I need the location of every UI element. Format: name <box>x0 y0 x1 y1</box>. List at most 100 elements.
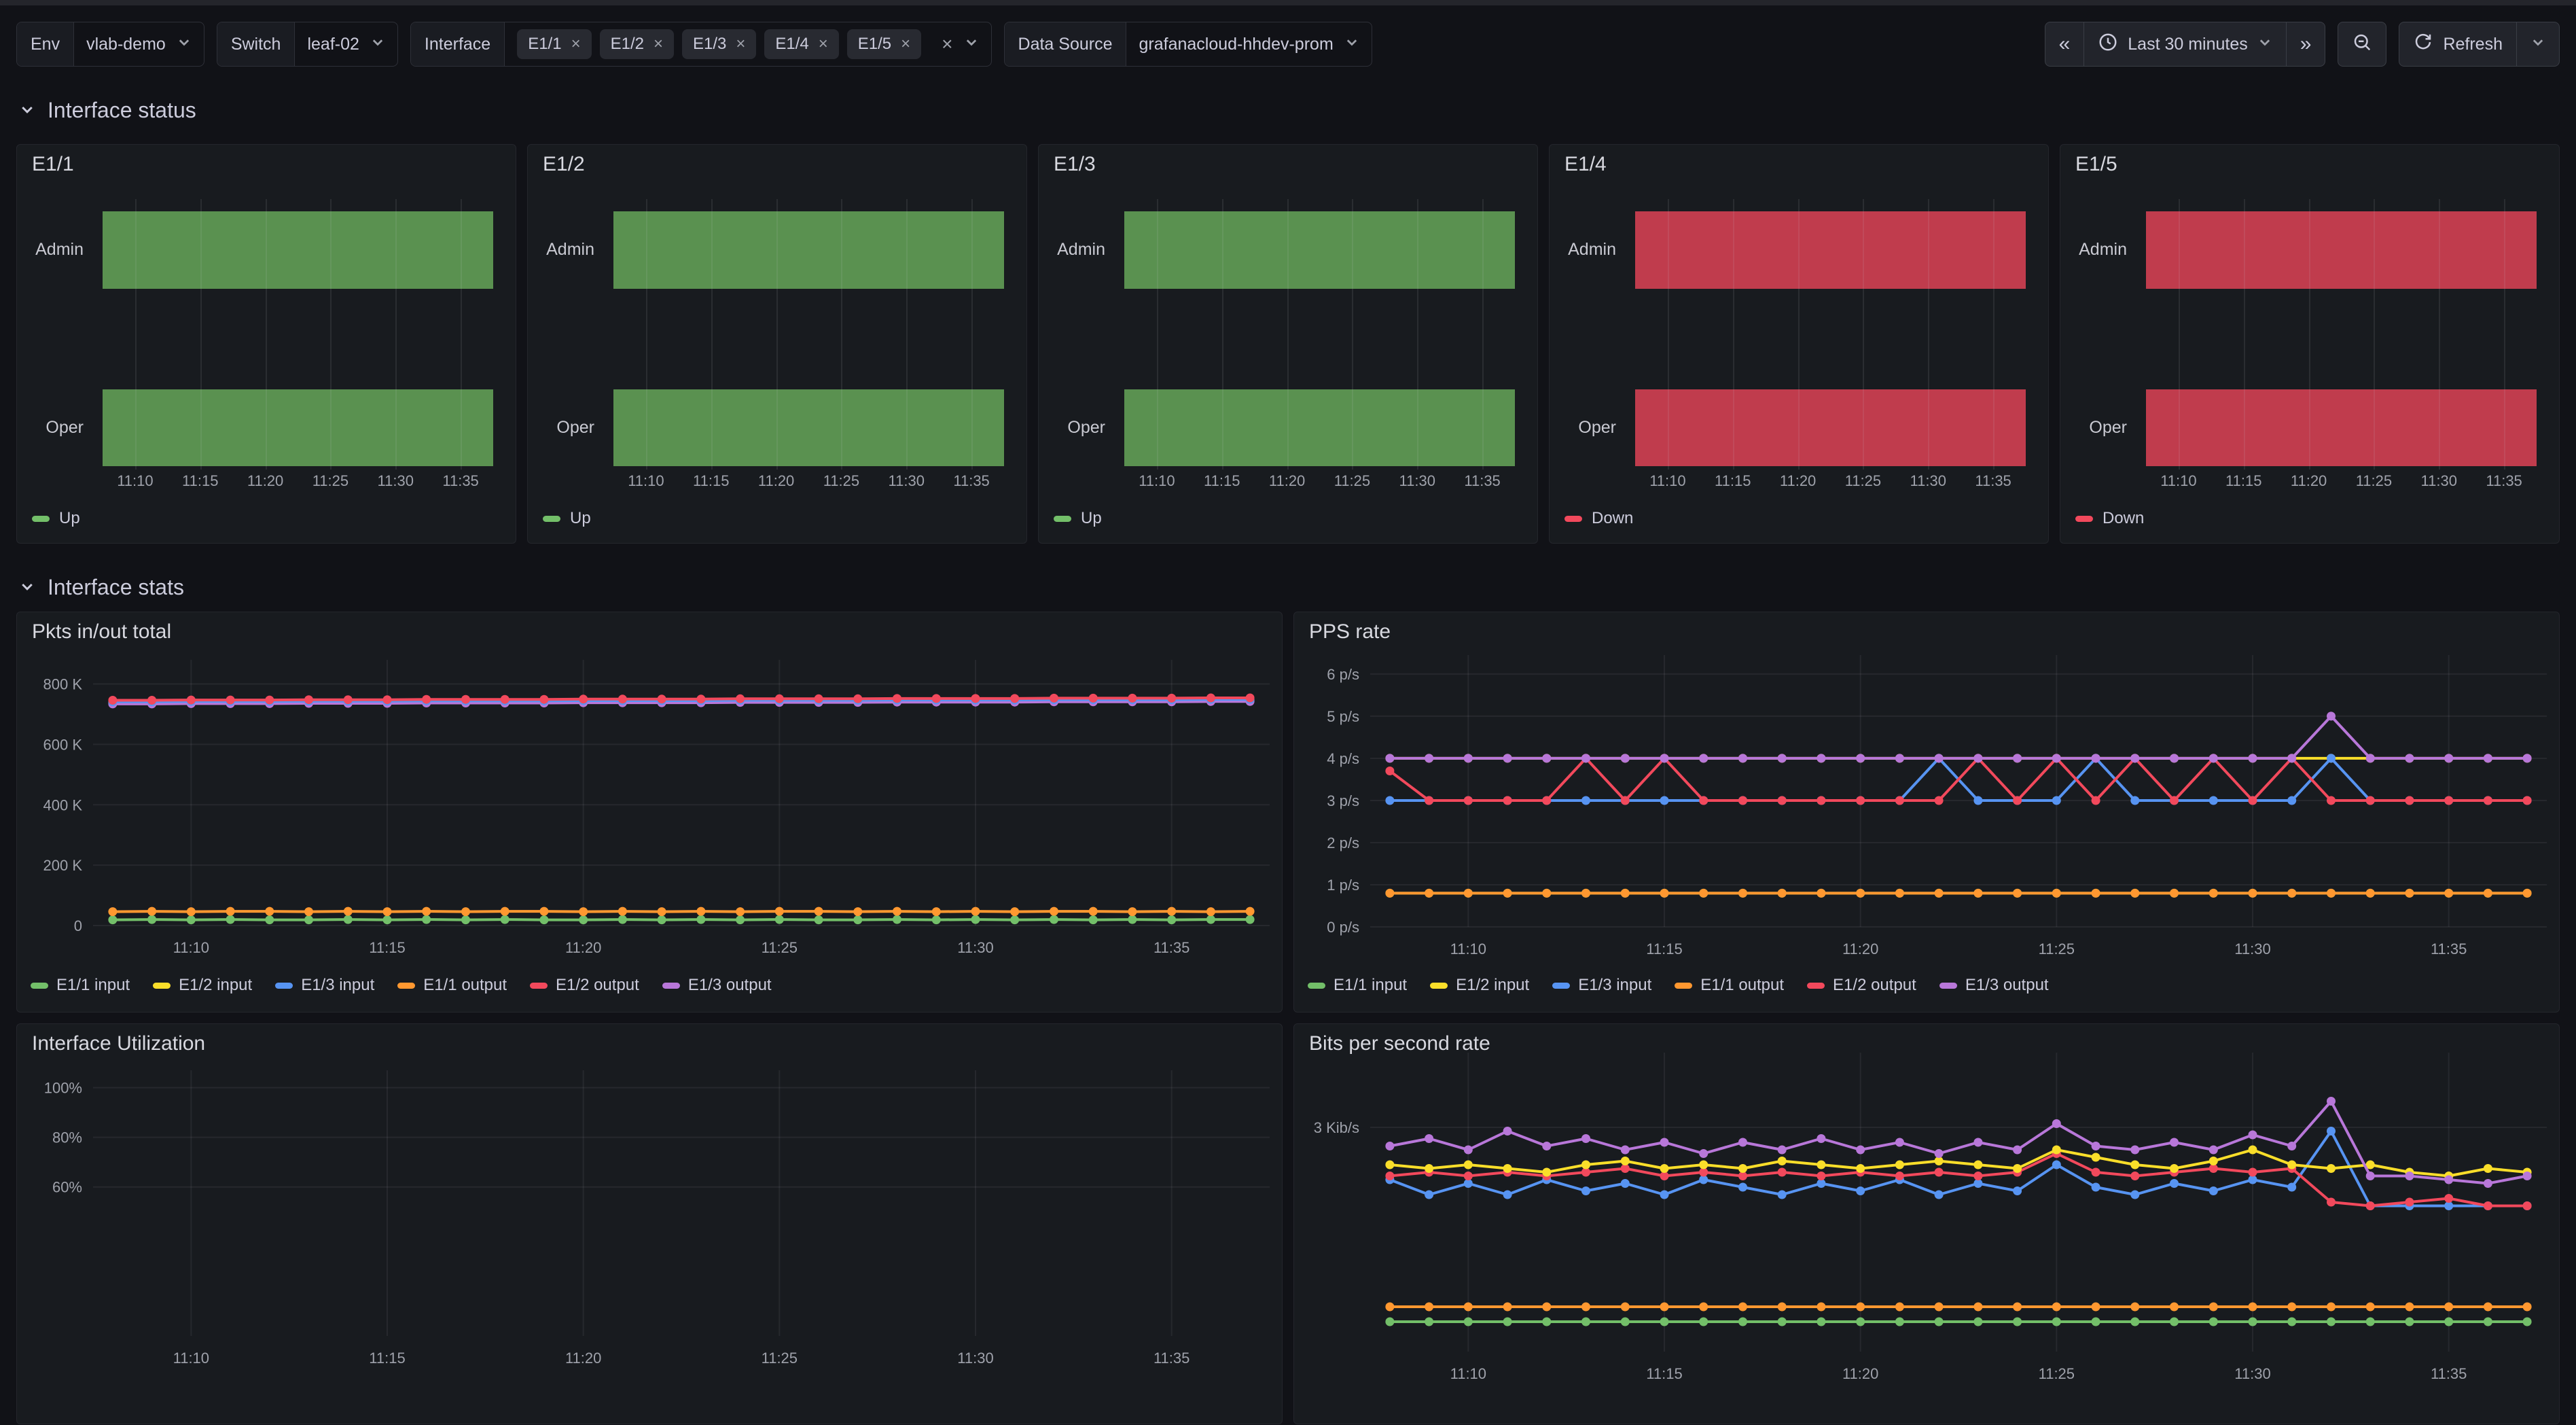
panel-title[interactable]: Interface Utilization <box>32 1032 205 1055</box>
E1/3 output-point <box>1699 1149 1708 1158</box>
datasource-variable-select[interactable]: grafanacloud-hhdev-prom <box>1126 22 1371 66</box>
legend-color-pill <box>275 983 293 989</box>
legend-item[interactable]: E1/1 output <box>1675 976 1784 995</box>
section-interface-status[interactable]: Interface status <box>19 98 196 123</box>
clear-all-icon[interactable]: × <box>942 33 952 55</box>
y-tick-label: 2 p/s <box>1327 834 1359 851</box>
E1/1 output-point <box>1660 889 1669 898</box>
legend-item[interactable]: E1/3 output <box>1939 976 2049 995</box>
legend-label: E1/3 output <box>688 976 772 995</box>
E1/1 input-point <box>1660 1318 1669 1326</box>
pps-chart[interactable]: 11:1011:1511:2011:2511:3011:350 p/s1 p/s… <box>1294 612 2559 1012</box>
E1/3 output-point <box>1581 754 1590 762</box>
legend-item[interactable]: Down <box>2075 509 2144 528</box>
x-tick-label: 11:20 <box>2291 472 2327 490</box>
pkts-plot-area[interactable]: 11:1011:1511:2011:2511:3011:350200 K400 … <box>17 612 1283 1013</box>
admin-state-bar[interactable] <box>2146 211 2537 289</box>
admin-state-bar[interactable] <box>1635 211 2026 289</box>
interface-chip[interactable]: E1/2× <box>600 29 674 59</box>
legend-item[interactable]: E1/2 output <box>530 976 639 995</box>
legend-item[interactable]: E1/2 input <box>1430 976 1529 995</box>
E1/1 input-point <box>1050 915 1058 924</box>
chevron-down-icon[interactable] <box>964 35 979 54</box>
time-shift-forward-button[interactable]: » <box>2286 22 2325 66</box>
switch-variable-group: Switch leaf-02 <box>217 22 398 67</box>
time-shift-back-button[interactable]: « <box>2045 22 2084 66</box>
E1/2 output-point <box>2444 796 2453 805</box>
oper-state-bar[interactable] <box>2146 389 2537 466</box>
E1/1 input-point <box>2366 1318 2375 1326</box>
panel-title[interactable]: E1/1 <box>32 153 74 176</box>
E1/3 output-point <box>1935 754 1944 762</box>
interface-chip[interactable]: E1/4× <box>764 29 838 59</box>
panel-title[interactable]: E1/2 <box>543 153 585 176</box>
E1/1 input-point <box>1856 1318 1865 1326</box>
legend-item[interactable]: E1/1 output <box>397 976 507 995</box>
legend-item[interactable]: E1/2 input <box>153 976 252 995</box>
E1/3 output-point <box>2249 1131 2257 1140</box>
E1/3 output-point <box>2405 754 2414 762</box>
legend-item[interactable]: Down <box>1564 509 1633 528</box>
panel-title[interactable]: Pkts in/out total <box>32 620 171 644</box>
legend-item[interactable]: E1/3 output <box>662 976 772 995</box>
oper-state-bar[interactable] <box>1635 389 2026 466</box>
legend-item[interactable]: E1/1 input <box>31 976 130 995</box>
panel-title[interactable]: E1/4 <box>1564 153 1607 176</box>
refresh-button[interactable]: Refresh <box>2399 22 2516 66</box>
legend-item[interactable]: Up <box>32 509 80 528</box>
chip-remove-icon[interactable]: × <box>571 35 581 54</box>
panel-title[interactable]: E1/5 <box>2075 153 2117 176</box>
time-range-picker-button[interactable]: Last 30 minutes <box>2083 22 2286 66</box>
oper-state-bar[interactable] <box>1124 389 1515 466</box>
E1/2 output-point <box>344 695 353 704</box>
chevron-down-icon <box>177 35 192 54</box>
E1/1 input-line <box>113 919 1250 920</box>
env-variable-select[interactable]: vlab-demo <box>74 22 204 66</box>
legend-item[interactable]: E1/3 input <box>1552 976 1651 995</box>
E1/1 output-point <box>1464 889 1473 898</box>
admin-state-bar[interactable] <box>103 211 493 289</box>
E1/1 output-point <box>893 907 901 916</box>
interface-chip[interactable]: E1/3× <box>682 29 756 59</box>
bits-plot-area[interactable]: 11:1011:1511:2011:2511:3011:353 Kib/s <box>1294 1024 2560 1425</box>
oper-state-bar[interactable] <box>613 389 1004 466</box>
admin-state-bar[interactable] <box>613 211 1004 289</box>
legend-item[interactable]: E1/3 input <box>275 976 374 995</box>
E1/1 output-point <box>1935 1303 1944 1312</box>
pps-plot-area[interactable]: 11:1011:1511:2011:2511:3011:350 p/s1 p/s… <box>1294 612 2560 1013</box>
legend-item[interactable]: Up <box>1054 509 1102 528</box>
E1/2 output-point <box>971 694 980 703</box>
bits-chart[interactable]: 11:1011:1511:2011:2511:3011:353 Kib/s <box>1294 1024 2559 1424</box>
interface-variable-select[interactable]: E1/1× E1/2× E1/3× E1/4× E1/5× × <box>505 22 990 66</box>
x-tick-label: 11:15 <box>1646 1365 1682 1382</box>
utilization-chart[interactable]: 11:1011:1511:2011:2511:3011:35100%80%60% <box>17 1024 1282 1424</box>
E1/1 input-point <box>1089 915 1098 924</box>
chip-remove-icon[interactable]: × <box>736 35 745 54</box>
chip-remove-icon[interactable]: × <box>901 35 910 54</box>
util-plot-area[interactable]: 11:1011:1511:2011:2511:3011:35100%80%60% <box>17 1024 1283 1425</box>
legend-item[interactable]: E1/2 output <box>1807 976 1916 995</box>
chip-remove-icon[interactable]: × <box>819 35 828 54</box>
E1/2 output-point <box>501 695 509 704</box>
E1/3 output-point <box>1621 1146 1630 1155</box>
E1/2 output-point <box>1935 796 1944 805</box>
chip-remove-icon[interactable]: × <box>654 35 663 54</box>
section-interface-stats[interactable]: Interface stats <box>19 575 184 600</box>
legend-item[interactable]: Up <box>543 509 591 528</box>
interface-chip[interactable]: E1/5× <box>847 29 921 59</box>
panel-title[interactable]: Bits per second rate <box>1309 1032 1490 1055</box>
E1/2 output-point <box>265 696 274 705</box>
time-zoom-out-button[interactable] <box>2338 22 2386 66</box>
oper-state-bar[interactable] <box>103 389 493 466</box>
refresh-interval-button[interactable] <box>2516 22 2559 66</box>
legend-item[interactable]: E1/1 input <box>1308 976 1407 995</box>
panel-title[interactable]: E1/3 <box>1054 153 1096 176</box>
E1/2 output-point <box>2444 1194 2453 1203</box>
pkts-chart[interactable]: 11:1011:1511:2011:2511:3011:350200 K400 … <box>17 612 1282 1012</box>
E1/3 output-point <box>2327 1097 2336 1106</box>
panel-title[interactable]: PPS rate <box>1309 620 1391 644</box>
E1/3 output-point <box>1778 754 1787 762</box>
admin-state-bar[interactable] <box>1124 211 1515 289</box>
switch-variable-select[interactable]: leaf-02 <box>295 22 397 66</box>
interface-chip[interactable]: E1/1× <box>517 29 591 59</box>
